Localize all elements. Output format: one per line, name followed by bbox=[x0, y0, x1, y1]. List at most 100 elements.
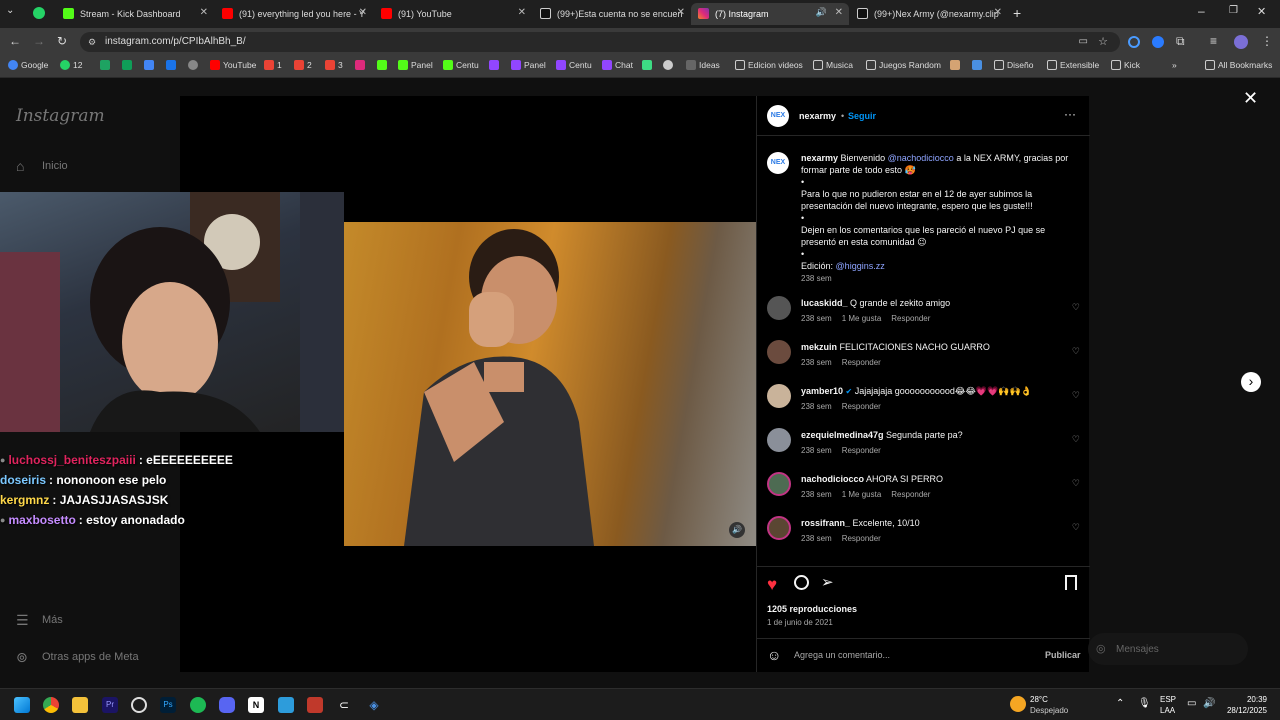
bookmark-diseno[interactable]: Diseño bbox=[994, 60, 1033, 70]
windows-start-icon[interactable] bbox=[14, 697, 30, 713]
bookmark-kick-folder[interactable]: Kick bbox=[1111, 60, 1140, 70]
like-comment-icon[interactable]: ♡ bbox=[1072, 346, 1080, 357]
reply-button[interactable]: Responder bbox=[891, 314, 930, 323]
bookmark-whatsapp[interactable]: 12 bbox=[60, 60, 82, 70]
bookmark-google[interactable]: Google bbox=[8, 60, 48, 70]
nav-more[interactable]: ☰ Más bbox=[16, 612, 63, 628]
commenter-avatar[interactable] bbox=[767, 472, 791, 496]
forward-button[interactable]: → bbox=[33, 34, 45, 48]
bookmark-panel-1[interactable]: Panel bbox=[398, 60, 433, 70]
bookmark-sheets[interactable] bbox=[122, 60, 132, 70]
keyboard-layout[interactable]: LAA bbox=[1160, 706, 1175, 716]
tab-youtube[interactable]: (91) YouTube ✕ bbox=[374, 3, 532, 25]
close-tab-icon[interactable]: ✕ bbox=[994, 7, 1002, 18]
bookmark-chat[interactable]: Chat bbox=[602, 60, 633, 70]
bookmark-panel-2[interactable]: Panel bbox=[511, 60, 546, 70]
commenter-avatar[interactable] bbox=[767, 296, 791, 320]
bookmark-extensible[interactable]: Extensible bbox=[1047, 60, 1099, 70]
notion-icon[interactable]: N bbox=[248, 697, 264, 713]
bookmark-calendar[interactable] bbox=[166, 60, 176, 70]
bookmark-youtube[interactable]: YouTube bbox=[210, 60, 256, 70]
bookmark-openai[interactable] bbox=[188, 60, 198, 70]
new-tab-button[interactable]: + bbox=[1013, 5, 1021, 21]
bookmark-twitch[interactable] bbox=[489, 60, 499, 70]
bookmark-gmail-3[interactable]: 3 bbox=[325, 60, 343, 70]
bookmark-app-1[interactable] bbox=[642, 60, 652, 70]
tab-search-icon[interactable]: ⌄ bbox=[6, 5, 14, 16]
voice-app-icon[interactable] bbox=[307, 697, 323, 713]
network-icon[interactable]: ▭ bbox=[1187, 698, 1196, 709]
whatsapp-tab-icon[interactable] bbox=[33, 7, 45, 19]
publish-button[interactable]: Publicar bbox=[1045, 650, 1081, 660]
author-avatar[interactable]: NEX bbox=[767, 105, 789, 127]
file-explorer-icon[interactable] bbox=[72, 697, 88, 713]
like-comment-icon[interactable]: ♡ bbox=[1072, 390, 1080, 401]
like-icon[interactable]: ♥ bbox=[767, 575, 777, 595]
discord-icon[interactable] bbox=[219, 697, 235, 713]
address-bar[interactable]: ⚙ instagram.com/p/CPIbAlhBh_B/ ▭ ☆ bbox=[80, 32, 1120, 52]
commenter-avatar[interactable] bbox=[767, 384, 791, 408]
weather-icon[interactable] bbox=[1010, 696, 1026, 712]
notes-icon[interactable] bbox=[278, 697, 294, 713]
bookmark-centu-1[interactable]: Centu bbox=[443, 60, 479, 70]
comment-input[interactable]: Agrega un comentario... bbox=[794, 650, 890, 660]
premiere-icon[interactable]: Pr bbox=[102, 697, 118, 713]
bookmarks-overflow-icon[interactable]: » bbox=[1172, 60, 1177, 70]
bookmark-musica[interactable]: Musica bbox=[813, 60, 853, 70]
maximize-button[interactable]: ❐ bbox=[1229, 5, 1238, 16]
bookmark-ideas[interactable]: Ideas bbox=[686, 60, 720, 70]
back-button[interactable]: ← bbox=[9, 34, 21, 48]
bookmark-edicion-videos[interactable]: Edicion videos bbox=[735, 60, 803, 70]
cast-icon[interactable]: ▭ bbox=[1079, 32, 1088, 52]
share-icon[interactable]: ➢ bbox=[821, 573, 834, 591]
next-post-button[interactable]: › bbox=[1241, 372, 1261, 392]
like-comment-icon[interactable]: ♡ bbox=[1072, 478, 1080, 489]
extensions-puzzle-icon[interactable]: ⧉ bbox=[1176, 34, 1185, 49]
weather-desc[interactable]: Despejado bbox=[1030, 706, 1068, 716]
commenter-avatar[interactable] bbox=[767, 516, 791, 540]
save-bookmark-icon[interactable] bbox=[1065, 575, 1077, 590]
like-comment-icon[interactable]: ♡ bbox=[1072, 302, 1080, 313]
video-frame[interactable]: 🔊 bbox=[344, 222, 756, 546]
browser-menu-icon[interactable]: ⋮ bbox=[1261, 34, 1273, 48]
site-info-icon[interactable]: ⚙ bbox=[88, 32, 96, 52]
extension-icon[interactable] bbox=[1128, 36, 1140, 48]
tab-tiktok[interactable]: (99+)Esta cuenta no se encuen ✕ bbox=[533, 3, 691, 25]
tab-kick-dashboard[interactable]: Stream - Kick Dashboard ✕ bbox=[56, 3, 214, 25]
extension-icon[interactable] bbox=[1152, 36, 1164, 48]
bookmark-centu-2[interactable]: Centu bbox=[556, 60, 592, 70]
photoshop-icon[interactable]: Ps bbox=[160, 697, 176, 713]
close-tab-icon[interactable]: ✕ bbox=[359, 7, 367, 18]
bookmark-app-3[interactable] bbox=[950, 60, 960, 70]
chrome-icon[interactable] bbox=[43, 697, 59, 713]
volume-icon[interactable]: 🔊 bbox=[1203, 698, 1215, 709]
bookmark-star-icon[interactable]: ☆ bbox=[1098, 32, 1108, 52]
like-comment-icon[interactable]: ♡ bbox=[1072, 522, 1080, 533]
reply-button[interactable]: Responder bbox=[891, 490, 930, 499]
tab-youtube-video[interactable]: (91) everything led you here - Y ✕ bbox=[215, 3, 373, 25]
bookmark-gmail-1[interactable]: 1 bbox=[264, 60, 282, 70]
close-tab-icon[interactable]: ✕ bbox=[835, 7, 843, 18]
all-bookmarks-button[interactable]: All Bookmarks bbox=[1205, 60, 1272, 70]
tab-instagram[interactable]: (7) Instagram 🔊 ✕ bbox=[691, 3, 849, 25]
emoji-icon[interactable]: ☺ bbox=[767, 647, 781, 663]
bookmark-gmail-2[interactable]: 2 bbox=[294, 60, 312, 70]
commenter-avatar[interactable] bbox=[767, 428, 791, 452]
tray-expand-icon[interactable]: ⌃ bbox=[1116, 698, 1124, 709]
close-modal-icon[interactable]: ✕ bbox=[1243, 88, 1258, 109]
bookmark-instagram[interactable] bbox=[355, 60, 365, 70]
reply-button[interactable]: Responder bbox=[842, 402, 881, 411]
minimize-button[interactable]: – bbox=[1198, 4, 1205, 18]
comment-icon[interactable] bbox=[794, 575, 809, 590]
commenter-avatar[interactable] bbox=[767, 340, 791, 364]
window-close-button[interactable]: ✕ bbox=[1257, 5, 1266, 18]
clock-time[interactable]: 20:39 bbox=[1225, 695, 1267, 705]
obs-icon[interactable] bbox=[131, 697, 147, 713]
bookmark-app-4[interactable] bbox=[972, 60, 982, 70]
weather-temp[interactable]: 28°C bbox=[1030, 695, 1048, 705]
caption-avatar[interactable]: NEX bbox=[767, 152, 789, 174]
app-icon[interactable]: ◈ bbox=[366, 697, 382, 713]
tab-tiktok-nexarmy[interactable]: (99+)Nex Army (@nexarmy.clip ✕ bbox=[850, 3, 1008, 25]
tab-list-icon[interactable]: ≡ bbox=[1210, 34, 1217, 48]
bookmark-juegos-random[interactable]: Juegos Random bbox=[866, 60, 941, 70]
